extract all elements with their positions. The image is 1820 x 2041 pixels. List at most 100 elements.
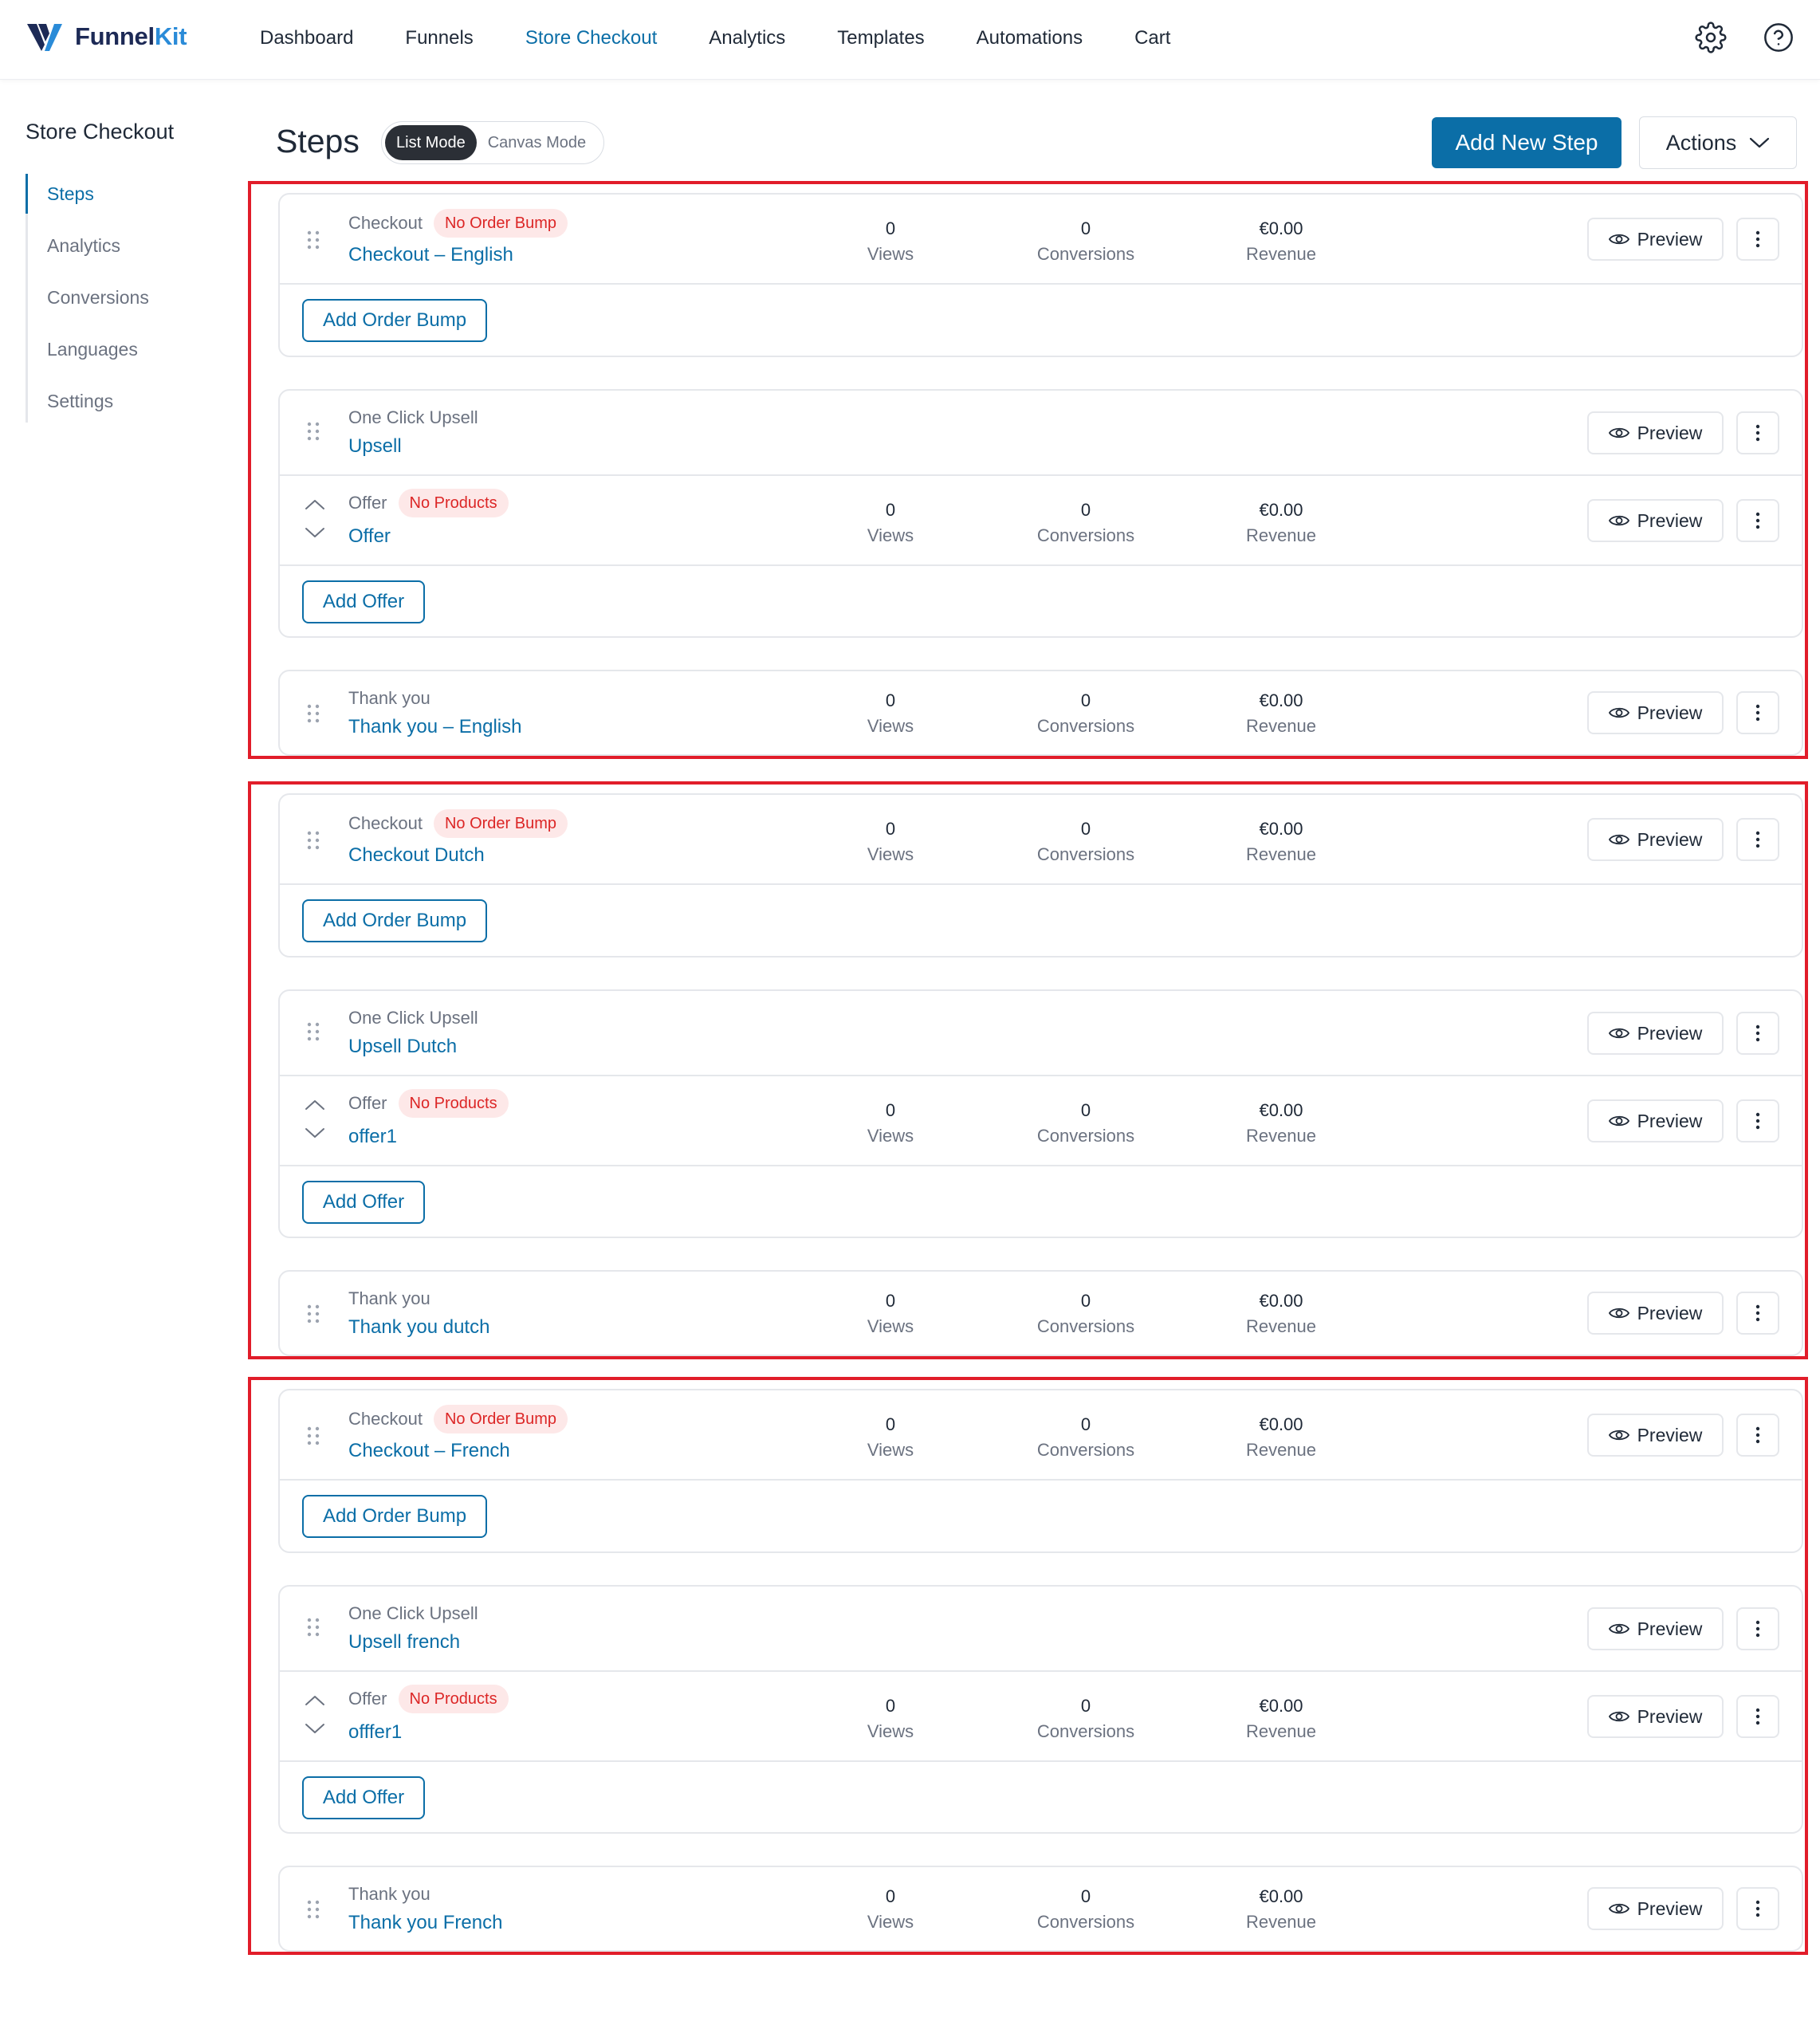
- drag-handle-icon[interactable]: [305, 1021, 321, 1042]
- drag-handle-icon[interactable]: [305, 830, 321, 851]
- conversions-stat: 0 Conversions: [1006, 690, 1166, 737]
- step-title-link[interactable]: Thank you French: [348, 1912, 502, 1934]
- add-new-step-label: Add New Step: [1455, 130, 1598, 155]
- drag-handle-icon[interactable]: [305, 1304, 321, 1324]
- funnelkit-logo[interactable]: FunnelKit: [26, 19, 187, 54]
- preview-button[interactable]: Preview: [1587, 499, 1724, 542]
- preview-button[interactable]: Preview: [1587, 1887, 1724, 1930]
- drag-handle-icon[interactable]: [305, 421, 321, 442]
- more-options-button[interactable]: [1736, 218, 1779, 261]
- views-value: 0: [885, 1414, 896, 1434]
- language-step-group-1: Checkout No Order Bump Checkout – Englis…: [248, 181, 1808, 759]
- chevron-down-icon[interactable]: [304, 1722, 326, 1735]
- canvas-mode-button[interactable]: Canvas Mode: [477, 125, 597, 160]
- views-stat: 0 Views: [811, 1414, 970, 1461]
- preview-button[interactable]: Preview: [1587, 1607, 1724, 1650]
- sidebar-item-settings[interactable]: Settings: [28, 381, 217, 423]
- preview-button[interactable]: Preview: [1587, 1292, 1724, 1335]
- view-mode-toggle: List Mode Canvas Mode: [381, 121, 604, 164]
- step-title-link[interactable]: offfer1: [348, 1721, 402, 1744]
- step-title-link[interactable]: Thank you – English: [348, 716, 521, 738]
- sidebar-item-conversions[interactable]: Conversions: [28, 277, 217, 329]
- chevron-up-icon[interactable]: [304, 498, 326, 511]
- thankyou-step-row: Thank you Thank you French 0 Views 0 Conve…: [280, 1867, 1802, 1953]
- chevron-down-icon[interactable]: [304, 1127, 326, 1139]
- revenue-stat: €0.00 Revenue: [1201, 1696, 1361, 1742]
- nav-automations[interactable]: Automations: [977, 27, 1083, 49]
- add-order-bump-button[interactable]: Add Order Bump: [302, 299, 487, 342]
- step-type-label: Checkout: [348, 813, 423, 833]
- step-type: Checkout No Order Bump: [348, 1405, 568, 1433]
- add-order-bump-button[interactable]: Add Order Bump: [302, 1495, 487, 1538]
- chevron-down-icon: [1750, 137, 1770, 148]
- step-title-link[interactable]: Thank you dutch: [348, 1316, 489, 1339]
- step-title-link[interactable]: Checkout Dutch: [348, 844, 485, 867]
- step-title-link[interactable]: offer1: [348, 1126, 397, 1148]
- help-button[interactable]: [1762, 21, 1795, 54]
- add-new-step-button[interactable]: Add New Step: [1432, 117, 1621, 168]
- sidebar-item-steps[interactable]: Steps: [26, 174, 217, 226]
- add-offer-button[interactable]: Add Offer: [302, 580, 425, 623]
- preview-button[interactable]: Preview: [1587, 818, 1724, 861]
- add-offer-button[interactable]: Add Offer: [302, 1776, 425, 1819]
- status-badge: No Order Bump: [433, 1405, 568, 1433]
- step-title-link[interactable]: Checkout – French: [348, 1440, 510, 1462]
- more-options-button[interactable]: [1736, 1607, 1779, 1650]
- chevron-down-icon[interactable]: [304, 526, 326, 539]
- step-title-link[interactable]: Upsell: [348, 435, 402, 458]
- step-type: Thank you: [348, 684, 430, 713]
- drag-handle-icon[interactable]: [305, 230, 321, 250]
- views-label: Views: [867, 844, 914, 864]
- add-order-bump-label: Add Order Bump: [322, 1505, 467, 1527]
- eye-icon: [1608, 427, 1629, 438]
- more-options-button[interactable]: [1736, 1099, 1779, 1142]
- preview-button[interactable]: Preview: [1587, 1012, 1724, 1055]
- nav-analytics[interactable]: Analytics: [709, 27, 785, 49]
- thankyou-step-card: Thank you Thank you – English 0 Views 0 Co…: [278, 670, 1803, 756]
- eye-icon: [1608, 515, 1629, 526]
- actions-dropdown[interactable]: Actions: [1639, 116, 1797, 169]
- checkout-step-row: Checkout No Order Bump Checkout – Englis…: [280, 195, 1802, 285]
- more-options-button[interactable]: [1736, 1414, 1779, 1457]
- drag-handle-icon[interactable]: [305, 1899, 321, 1920]
- nav-templates[interactable]: Templates: [837, 27, 924, 49]
- preview-button[interactable]: Preview: [1587, 1414, 1724, 1457]
- step-title-link[interactable]: Upsell Dutch: [348, 1036, 457, 1058]
- nav-dashboard[interactable]: Dashboard: [260, 27, 353, 49]
- drag-handle-icon[interactable]: [305, 1426, 321, 1446]
- preview-button[interactable]: Preview: [1587, 1099, 1724, 1142]
- chevron-up-icon[interactable]: [304, 1694, 326, 1707]
- more-options-button[interactable]: [1736, 1695, 1779, 1738]
- preview-button[interactable]: Preview: [1587, 411, 1724, 454]
- preview-button[interactable]: Preview: [1587, 1695, 1724, 1738]
- add-offer-button[interactable]: Add Offer: [302, 1181, 425, 1224]
- revenue-value: €0.00: [1259, 500, 1303, 520]
- step-title-link[interactable]: Upsell french: [348, 1631, 460, 1654]
- sidebar-item-analytics[interactable]: Analytics: [28, 226, 217, 277]
- more-options-button[interactable]: [1736, 691, 1779, 734]
- sidebar-item-languages[interactable]: Languages: [28, 329, 217, 381]
- chevron-up-icon[interactable]: [304, 1099, 326, 1111]
- drag-handle-icon[interactable]: [305, 703, 321, 724]
- settings-button[interactable]: [1694, 21, 1728, 54]
- preview-label: Preview: [1637, 1618, 1703, 1639]
- preview-button[interactable]: Preview: [1587, 218, 1724, 261]
- nav-funnels[interactable]: Funnels: [405, 27, 473, 49]
- list-mode-button[interactable]: List Mode: [385, 125, 477, 160]
- drag-handle-icon[interactable]: [305, 1617, 321, 1638]
- more-options-button[interactable]: [1736, 499, 1779, 542]
- more-options-button[interactable]: [1736, 411, 1779, 454]
- more-options-button[interactable]: [1736, 1887, 1779, 1930]
- more-vertical-icon: [1755, 230, 1760, 248]
- nav-store-checkout[interactable]: Store Checkout: [525, 27, 657, 49]
- more-options-button[interactable]: [1736, 818, 1779, 861]
- nav-cart[interactable]: Cart: [1134, 27, 1170, 49]
- offer-step-row: Offer No Products Offer 0 Views 0 Conversi…: [280, 476, 1802, 566]
- views-stat: 0 Views: [811, 500, 970, 546]
- more-options-button[interactable]: [1736, 1012, 1779, 1055]
- more-options-button[interactable]: [1736, 1292, 1779, 1335]
- step-title-link[interactable]: Checkout – English: [348, 244, 513, 266]
- step-title-link[interactable]: Offer: [348, 525, 391, 548]
- add-order-bump-button[interactable]: Add Order Bump: [302, 899, 487, 942]
- preview-button[interactable]: Preview: [1587, 691, 1724, 734]
